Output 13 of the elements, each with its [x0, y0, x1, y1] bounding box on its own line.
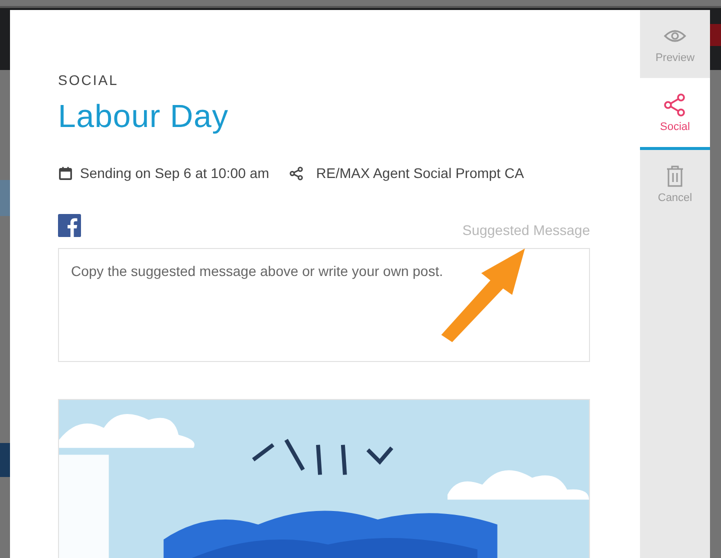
account-name: RE/MAX Agent Social Prompt CA [316, 165, 524, 181]
post-title: Labour Day [58, 98, 230, 135]
share-icon [289, 166, 304, 180]
calendar-icon [58, 166, 73, 180]
message-field[interactable]: Copy the suggested message above or write your own post. [58, 248, 590, 362]
schedule-text: Sending on Sep 6 at 10:00 am [80, 165, 270, 181]
sidebar-tab[interactable]: Social [640, 78, 710, 150]
category-label: SOCIAL [58, 72, 120, 88]
banner-block [0, 180, 10, 216]
suggested-message-label: Suggested Message [462, 222, 590, 238]
facebook-icon[interactable] [58, 214, 81, 237]
banner-block [0, 443, 10, 477]
share-icon [663, 92, 687, 116]
